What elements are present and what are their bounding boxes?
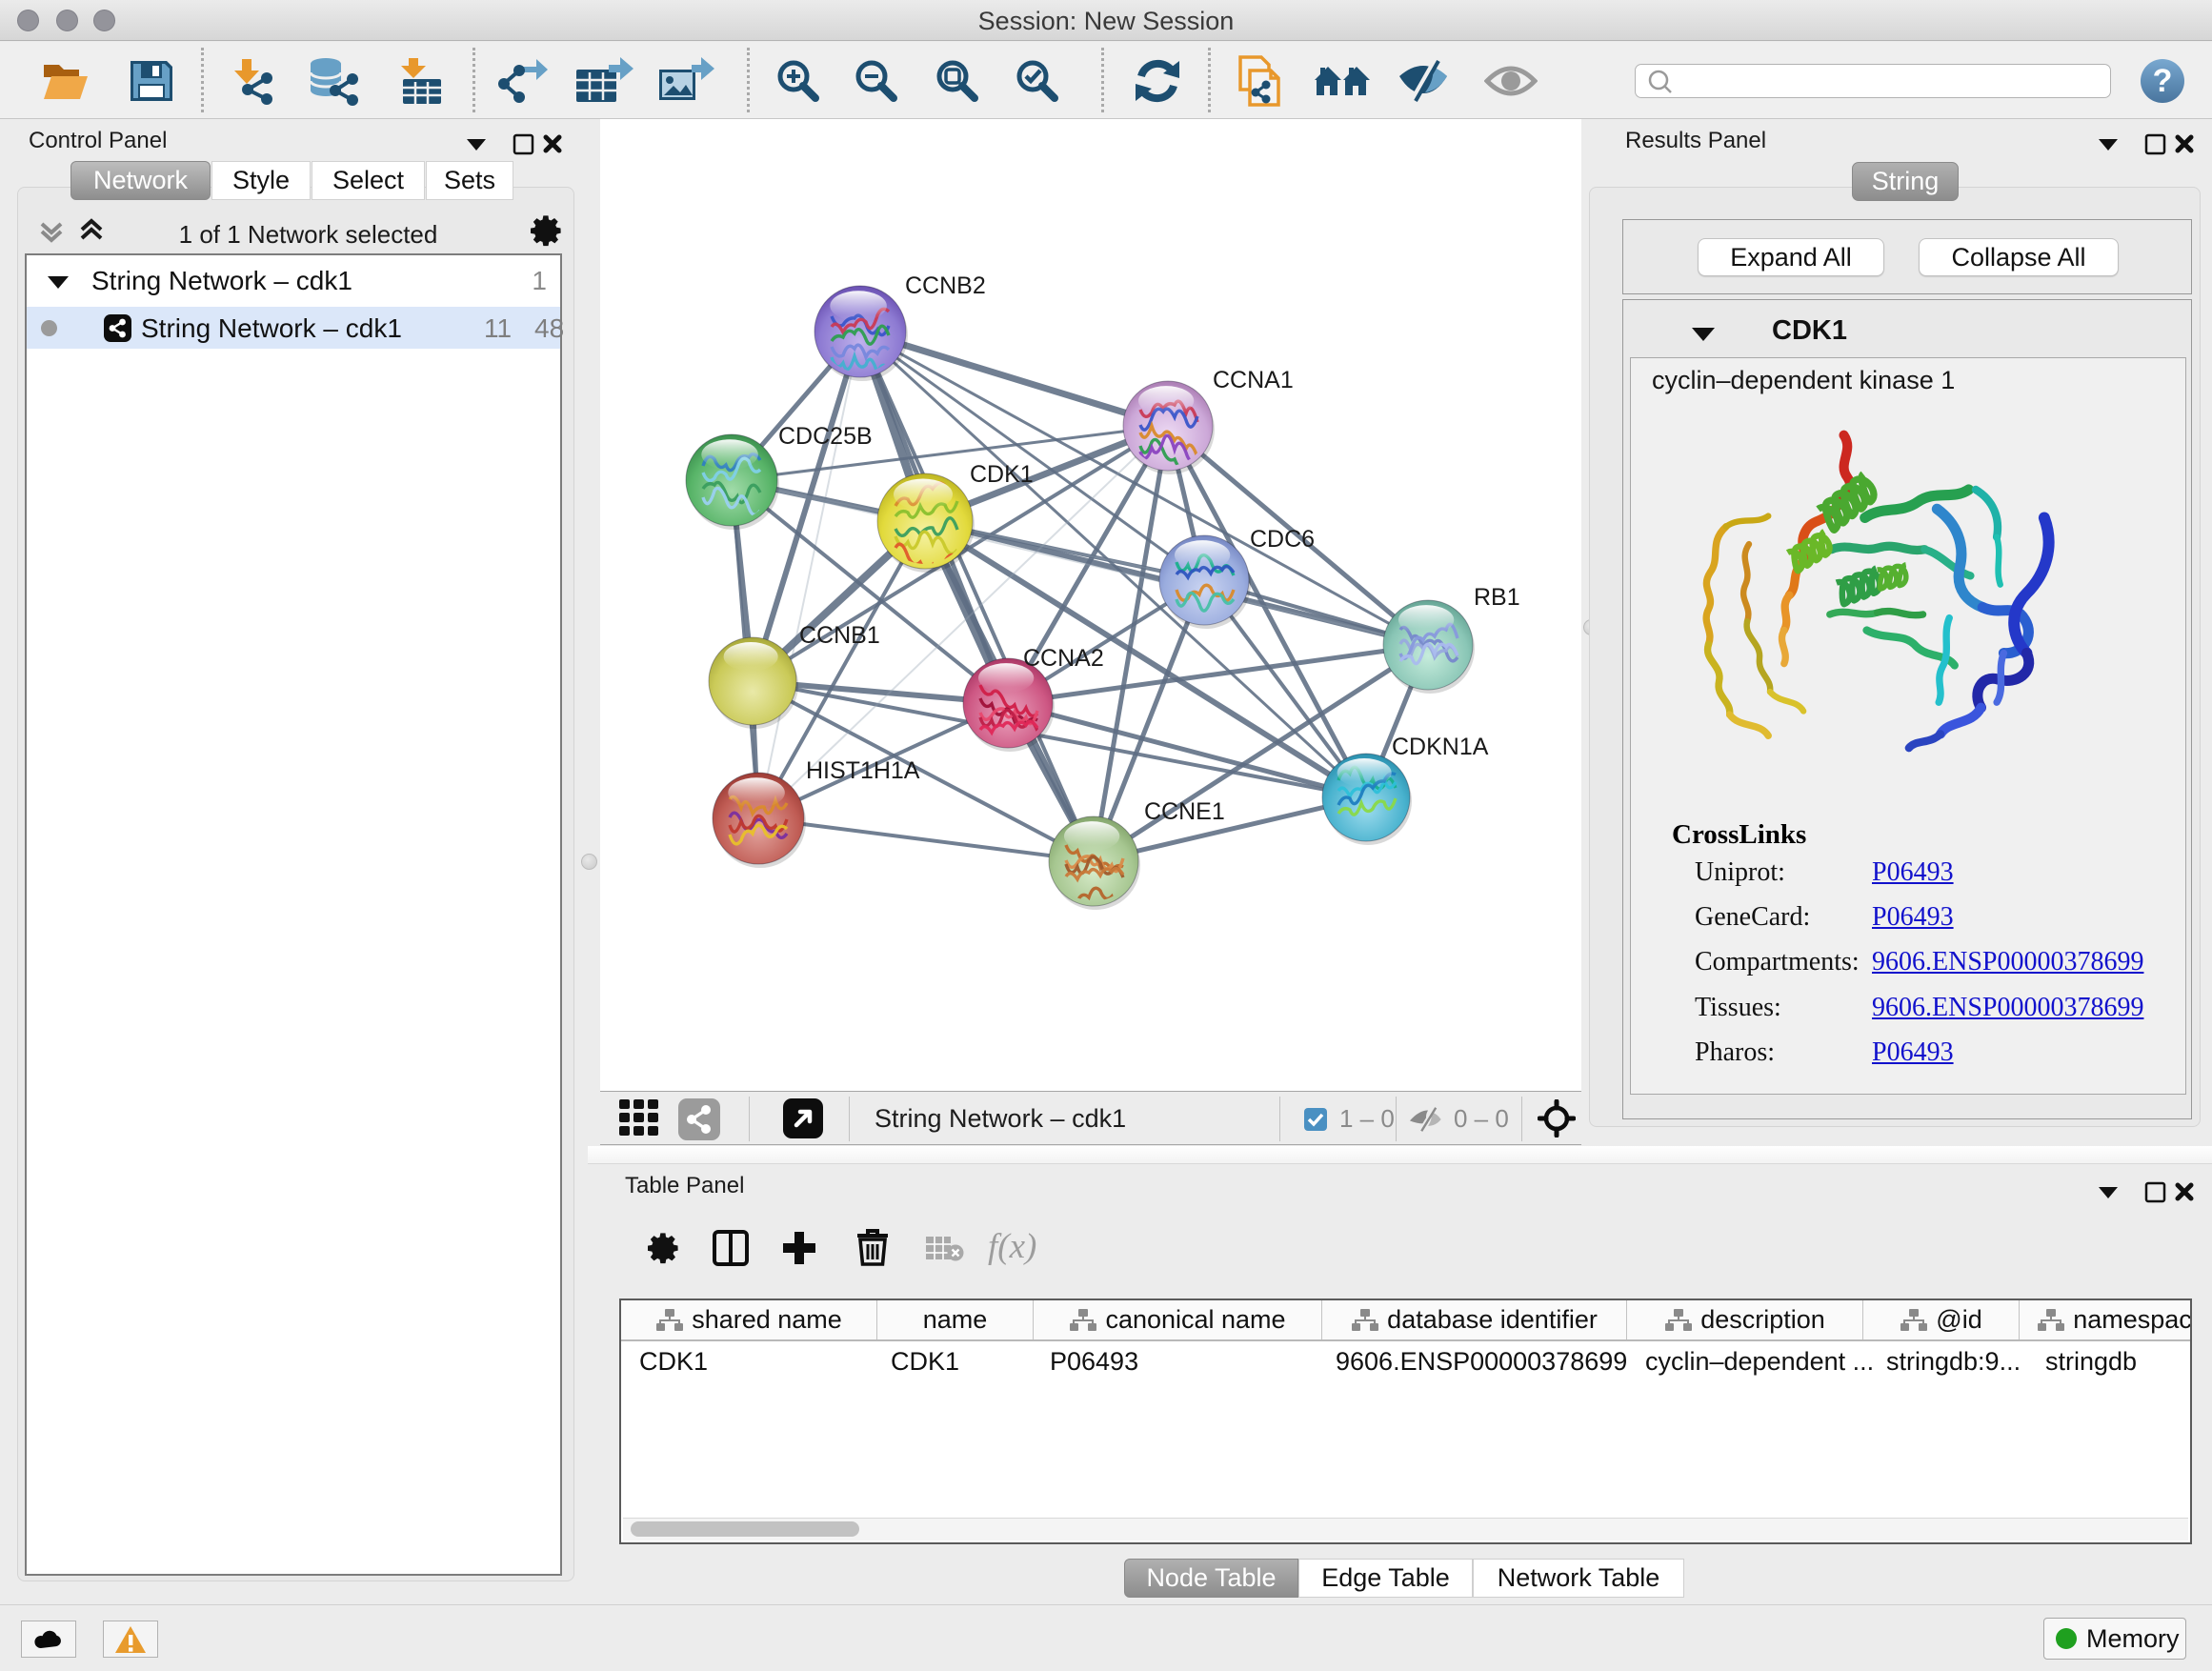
svg-text:CDK1: CDK1 bbox=[970, 461, 1034, 488]
svg-text:CDC25B: CDC25B bbox=[778, 423, 873, 450]
svg-text:CCNB1: CCNB1 bbox=[799, 622, 880, 649]
svg-text:CCNA2: CCNA2 bbox=[1023, 645, 1104, 672]
svg-text:CDC6: CDC6 bbox=[1250, 526, 1315, 553]
svg-text:RB1: RB1 bbox=[1474, 584, 1520, 611]
svg-text:CCNB2: CCNB2 bbox=[905, 272, 986, 299]
svg-text:CDKN1A: CDKN1A bbox=[1392, 734, 1489, 760]
svg-text:HIST1H1A: HIST1H1A bbox=[806, 757, 920, 784]
svg-text:CCNA1: CCNA1 bbox=[1213, 367, 1294, 393]
svg-text:CCNE1: CCNE1 bbox=[1144, 798, 1225, 825]
svg-text:?: ? bbox=[2153, 63, 2173, 99]
